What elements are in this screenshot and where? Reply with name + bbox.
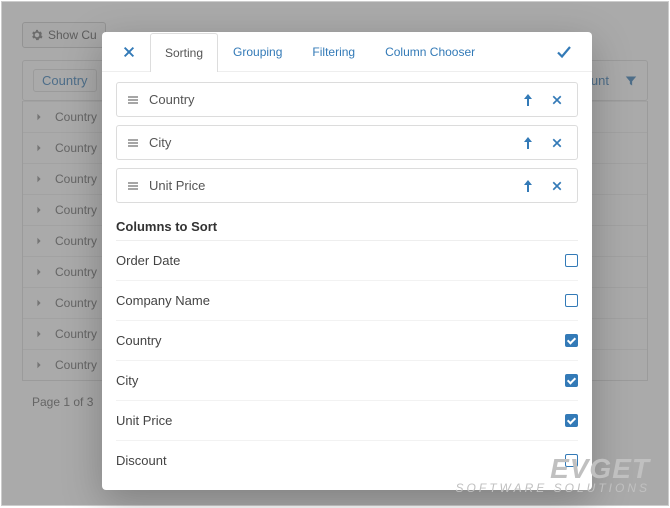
sort-item-label: Country	[149, 92, 509, 107]
columns-to-sort-title: Columns to Sort	[116, 219, 578, 241]
column-checkbox[interactable]	[565, 414, 578, 427]
column-option[interactable]: Country	[116, 321, 578, 361]
sort-item: City	[116, 125, 578, 160]
tab-grouping[interactable]: Grouping	[218, 32, 297, 71]
sort-item-label: City	[149, 135, 509, 150]
column-option[interactable]: Order Date	[116, 241, 578, 281]
sort-item: Country	[116, 82, 578, 117]
tab-filtering[interactable]: Filtering	[297, 32, 370, 71]
column-option[interactable]: Unit Price	[116, 401, 578, 441]
close-icon[interactable]	[116, 35, 142, 69]
tab-column-chooser[interactable]: Column Chooser	[370, 32, 490, 71]
drag-handle-icon[interactable]	[127, 95, 139, 105]
column-option[interactable]: Company Name	[116, 281, 578, 321]
column-checkbox[interactable]	[565, 294, 578, 307]
sort-item: Unit Price	[116, 168, 578, 203]
column-checkbox[interactable]	[565, 254, 578, 267]
column-checkbox[interactable]	[565, 374, 578, 387]
sort-direction-icon[interactable]	[519, 137, 537, 149]
column-label: City	[116, 373, 138, 388]
column-label: Discount	[116, 453, 167, 468]
remove-sort-icon[interactable]	[547, 94, 567, 106]
apply-icon[interactable]	[550, 34, 578, 70]
column-checkbox[interactable]	[565, 454, 578, 467]
tab-sorting[interactable]: Sorting	[150, 33, 218, 72]
drag-handle-icon[interactable]	[127, 181, 139, 191]
column-label: Unit Price	[116, 413, 172, 428]
drag-handle-icon[interactable]	[127, 138, 139, 148]
remove-sort-icon[interactable]	[547, 180, 567, 192]
sort-direction-icon[interactable]	[519, 94, 537, 106]
remove-sort-icon[interactable]	[547, 137, 567, 149]
customization-modal: SortingGroupingFilteringColumn Chooser C…	[102, 32, 592, 490]
column-label: Order Date	[116, 253, 180, 268]
sort-item-label: Unit Price	[149, 178, 509, 193]
column-label: Company Name	[116, 293, 210, 308]
column-checkbox[interactable]	[565, 334, 578, 347]
column-label: Country	[116, 333, 162, 348]
sort-direction-icon[interactable]	[519, 180, 537, 192]
column-option[interactable]: Discount	[116, 441, 578, 480]
column-option[interactable]: City	[116, 361, 578, 401]
